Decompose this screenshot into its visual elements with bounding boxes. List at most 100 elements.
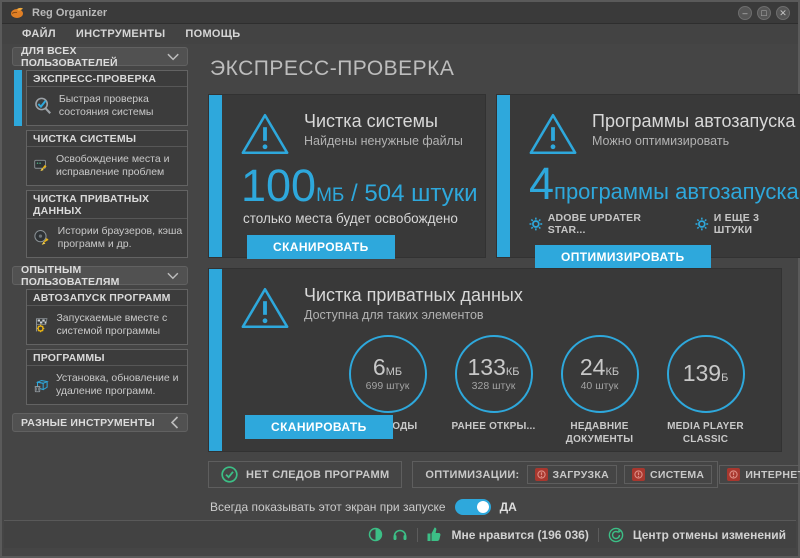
autorun-more-label: И ЕЩЕ 3 ШТУКИ [714,212,799,236]
no-traces-box: НЕТ СЛЕДОВ ПРОГРАММ [208,461,402,488]
sidebar: ДЛЯ ВСЕХ ПОЛЬЗОВАТЕЛЕЙ ЭКСПРЕСС-ПРОВЕРКА… [2,45,192,518]
optimizations-box: ОПТИМИЗАЦИИ: ЗАГРУЗКА СИСТЕМА [412,461,718,488]
disk-broom-icon [33,223,52,253]
close-button[interactable]: ✕ [776,6,790,20]
card-autorun: Программы автозапуска Можно оптимизирова… [496,94,800,258]
private-data-stat: 24КБ 40 штук НЕДАВНИЕ ДОКУМЕНТЫ [553,335,646,446]
card-private-data: Чистка приватных данных Доступна для так… [208,268,782,452]
statusbar: Мне нравится (196 036) Центр отмены изме… [4,520,796,548]
private-data-stat: 133КБ 328 штук РАНЕЕ ОТКРЫ... [447,335,540,446]
sidebar-item-title: ЭКСПРЕСС-ПРОВЕРКА [27,71,187,87]
toggle-knob [477,501,489,513]
startup-toggle-switch[interactable] [455,499,491,515]
titlebar: Reg Organizer – □ ✕ [2,2,798,24]
flag-gear-icon [33,310,50,340]
app-logo-icon [10,6,25,19]
update-icon[interactable] [368,527,383,542]
freed-space-caption: столько места будет освобождено [243,211,471,226]
autorun-program-name: ADOBE UPDATER STAR... [548,212,679,236]
section-label: ДЛЯ ВСЕХ ПОЛЬЗОВАТЕЛЕЙ [21,45,167,69]
stat-unit: Б [721,372,728,384]
minimize-button[interactable]: – [738,6,752,20]
autorun-program-item: ADOBE UPDATER STAR... [529,212,679,236]
sidebar-item-desc: Установка, обновление и удаление програм… [56,372,183,398]
thumbs-up-icon [427,527,442,542]
stat-circle: 24КБ 40 штук [561,335,639,413]
card-title: Программы автозапуска [592,111,795,132]
sidebar-section-all-users[interactable]: ДЛЯ ВСЕХ ПОЛЬЗОВАТЕЛЕЙ [12,47,188,66]
scan-private-button[interactable]: СКАНИРОВАТЬ [245,415,393,439]
sidebar-item-title: ЧИСТКА СИСТЕМЫ [27,131,187,147]
section-label: ОПЫТНЫМ ПОЛЬЗОВАТЕЛЯМ [21,264,167,288]
sidebar-item-programs[interactable]: ПРОГРАММЫ Установка, обновление и удален… [26,349,188,405]
optimizations-label: ОПТИМИЗАЦИИ: [425,469,519,481]
stat-value: 6 [373,354,386,380]
optimization-chip-label: ЗАГРУЗКА [553,469,609,481]
chevron-down-icon [167,53,179,61]
startup-toggle-state: ДА [500,500,517,514]
chevron-down-icon [167,272,179,280]
optimization-startup-chip[interactable]: ЗАГРУЗКА [527,465,617,484]
app-window: Reg Organizer – □ ✕ ФАЙЛ ИНСТРУМЕНТЫ ПОМ… [0,0,800,558]
selected-indicator [14,70,22,126]
like-label[interactable]: Мне нравится (196 036) [451,528,588,542]
sidebar-item-desc: Освобождение места и исправление проблем [56,153,183,179]
card-accent-stripe [209,269,222,451]
card-subtitle: Доступна для таких элементов [304,308,523,322]
warning-triangle-icon [239,285,291,331]
sidebar-item-private-clean[interactable]: ЧИСТКА ПРИВАТНЫХ ДАННЫХ Истории браузеро… [26,190,188,258]
sidebar-item-system-clean[interactable]: ЧИСТКА СИСТЕМЫ Освобождение места и испр… [26,130,188,186]
sidebar-section-advanced[interactable]: ОПЫТНЫМ ПОЛЬЗОВАТЕЛЯМ [12,266,188,285]
stat-value: 133 [467,354,505,380]
autorun-more-item: И ЕЩЕ 3 ШТУКИ [695,212,799,236]
maximize-button[interactable]: □ [757,6,771,20]
stat-label: НЕДАВНИЕ ДОКУМЕНТЫ [553,420,646,446]
optimize-button[interactable]: ОПТИМИЗИРОВАТЬ [535,245,711,269]
sidebar-section-misc-tools[interactable]: РАЗНЫЕ ИНСТРУМЕНТЫ [12,413,188,432]
stat-unit: КБ [605,366,619,378]
page-title: ЭКСПРЕСС-ПРОВЕРКА [210,57,800,81]
card-title: Чистка системы [304,111,463,132]
sidebar-item-desc: Запускаемые вместе с системой программы [56,312,183,338]
alert-red-icon [727,468,740,481]
stat-count: 699 штук [366,380,410,392]
card-subtitle: Найдены ненужные файлы [304,134,463,148]
warning-triangle-icon [527,111,579,157]
autorun-count: 4 [529,158,554,209]
freed-space-unit: МБ [316,185,344,206]
gear-icon [695,217,709,231]
stat-unit: КБ [506,366,520,378]
stat-label: MEDIA PLAYER CLASSIC [659,420,752,446]
undo-center-icon[interactable] [608,527,624,543]
window-bottom-frame [2,548,798,556]
card-title: Чистка приватных данных [304,285,523,306]
magnifier-check-icon [33,91,53,121]
card-system-clean: Чистка системы Найдены ненужные файлы 10… [208,94,486,258]
sidebar-item-autorun[interactable]: АВТОЗАПУСК ПРОГРАММ [26,289,188,345]
stat-count: 40 штук [581,380,619,392]
optimization-chip-label: СИСТЕМА [650,469,704,481]
sidebar-item-title: ЧИСТКА ПРИВАТНЫХ ДАННЫХ [27,191,187,219]
stat-unit: МБ [386,366,402,378]
scan-system-button[interactable]: СКАНИРОВАТЬ [247,235,395,259]
menu-file[interactable]: ФАЙЛ [22,28,56,40]
optimization-system-chip[interactable]: СИСТЕМА [624,465,712,484]
menubar: ФАЙЛ ИНСТРУМЕНТЫ ПОМОЩЬ [2,24,798,44]
optimization-chip-label: ИНТЕРНЕТ [745,469,800,481]
autorun-count-label: программы автозапуска [554,179,799,204]
card-accent-stripe [209,95,222,257]
undo-center-label[interactable]: Центр отмены изменений [633,528,786,542]
divider [417,528,418,542]
menu-help[interactable]: ПОМОЩЬ [185,28,240,40]
box-trash-icon [33,370,50,400]
menu-tools[interactable]: ИНСТРУМЕНТЫ [76,28,166,40]
stat-label: РАНЕЕ ОТКРЫ... [447,420,540,433]
chevron-left-icon [171,416,179,429]
support-headset-icon[interactable] [392,527,408,542]
startup-toggle-row: Всегда показывать этот экран при запуске… [210,499,800,515]
window-title: Reg Organizer [32,7,107,19]
section-label: РАЗНЫЕ ИНСТРУМЕНТЫ [21,417,155,429]
sidebar-item-title: ПРОГРАММЫ [27,350,187,366]
optimization-internet-chip[interactable]: ИНТЕРНЕТ [719,465,800,484]
sidebar-item-express-check[interactable]: ЭКСПРЕСС-ПРОВЕРКА Быстрая проверка состо… [26,70,188,126]
